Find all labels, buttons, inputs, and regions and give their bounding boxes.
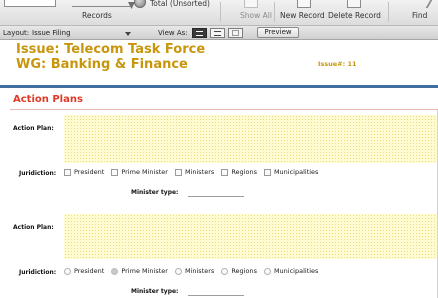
record-header: Issue: Telecom Task Force WG: Banking & … bbox=[0, 41, 438, 88]
jurisdiction-option[interactable]: President bbox=[64, 267, 104, 275]
action-plan-field[interactable] bbox=[64, 214, 438, 259]
chevron-down-icon[interactable] bbox=[125, 32, 131, 36]
section-title: Action Plans bbox=[13, 94, 83, 105]
option-label: Prime Minister bbox=[121, 168, 168, 176]
jurisdiction-option[interactable]: Municipalities bbox=[263, 168, 319, 176]
record-slider[interactable] bbox=[72, 2, 135, 9]
preview-button[interactable]: Preview bbox=[257, 27, 299, 38]
jurisdiction-label: Juridiction: bbox=[19, 170, 57, 177]
layout-bar: Layout: Issue Filing View As: Preview bbox=[0, 26, 438, 40]
minister-type-label: Minister type: bbox=[131, 189, 179, 196]
pie-chart-icon bbox=[134, 0, 146, 8]
layout-label: Layout: bbox=[3, 29, 30, 37]
jurisdiction-option[interactable]: Municipalities bbox=[263, 267, 319, 275]
jurisdiction-option[interactable]: Prime Minister bbox=[111, 168, 168, 176]
action-plan-field[interactable] bbox=[64, 115, 438, 163]
radio-button[interactable] bbox=[111, 267, 119, 275]
radio-button[interactable] bbox=[174, 267, 182, 275]
list-view-icon bbox=[214, 31, 221, 36]
jurisdiction-option[interactable]: Ministers bbox=[174, 168, 215, 176]
minister-type-field[interactable] bbox=[188, 295, 244, 296]
option-label: President bbox=[74, 267, 105, 275]
find-button[interactable]: Find bbox=[412, 11, 427, 20]
checkbox[interactable] bbox=[174, 168, 182, 176]
minister-type-field[interactable] bbox=[188, 196, 244, 197]
status-toolbar: Records Total (Unsorted) Show All New Re… bbox=[0, 0, 438, 26]
working-group-title: WG: Banking & Finance bbox=[16, 57, 188, 72]
jurisdiction-checkbox-group: President Prime Minister Ministers Regio… bbox=[64, 168, 325, 176]
view-as-table-button[interactable] bbox=[228, 28, 243, 38]
toolbar-divider bbox=[388, 2, 389, 22]
option-label: Prime Minister bbox=[121, 267, 168, 275]
jurisdiction-label: Juridiction: bbox=[19, 269, 57, 276]
header-divider bbox=[0, 85, 438, 88]
record-book-icon[interactable] bbox=[4, 0, 56, 7]
toolbar-divider bbox=[274, 2, 275, 22]
new-record-icon bbox=[297, 0, 311, 8]
show-all-button[interactable]: Show All bbox=[240, 11, 272, 20]
checkbox[interactable] bbox=[64, 168, 71, 176]
layout-select[interactable]: Issue Filing bbox=[32, 28, 132, 38]
option-label: Regions bbox=[231, 168, 257, 176]
radio-button[interactable] bbox=[64, 267, 71, 275]
records-label: Records bbox=[82, 11, 112, 20]
action-plan-label: Action Plan: bbox=[13, 125, 54, 132]
jurisdiction-option[interactable]: Prime Minister bbox=[111, 267, 168, 275]
jurisdiction-option[interactable]: Regions bbox=[221, 267, 257, 275]
magnifier-icon bbox=[425, 0, 438, 8]
issue-title: Issue: Telecom Task Force bbox=[16, 42, 206, 57]
toolbar-divider bbox=[220, 2, 221, 22]
layout-select-value: Issue Filing bbox=[32, 29, 71, 37]
new-record-button[interactable]: New Record bbox=[280, 11, 325, 20]
jurisdiction-radio-group: President Prime Minister Ministers Regio… bbox=[64, 267, 325, 275]
option-label: Regions bbox=[231, 267, 257, 275]
show-all-icon bbox=[244, 0, 258, 8]
jurisdiction-option[interactable]: Ministers bbox=[174, 267, 215, 275]
issue-number: Issue#: 11 bbox=[318, 60, 357, 68]
jurisdiction-option[interactable]: President bbox=[64, 168, 104, 176]
checkbox[interactable] bbox=[221, 168, 229, 176]
total-unsorted-label: Total (Unsorted) bbox=[150, 0, 210, 8]
view-as-list-button[interactable] bbox=[210, 28, 225, 38]
form-view-icon bbox=[196, 31, 203, 36]
checkbox[interactable] bbox=[111, 168, 119, 176]
view-as-label: View As: bbox=[158, 29, 188, 37]
jurisdiction-option[interactable]: Regions bbox=[221, 168, 257, 176]
checkbox[interactable] bbox=[263, 168, 271, 176]
delete-record-icon bbox=[347, 0, 361, 8]
table-view-icon bbox=[232, 30, 239, 36]
action-plan-label: Action Plan: bbox=[13, 224, 54, 231]
view-as-form-button[interactable] bbox=[192, 28, 207, 38]
radio-button[interactable] bbox=[221, 267, 229, 275]
option-label: Ministers bbox=[184, 267, 215, 275]
option-label: Ministers bbox=[184, 168, 215, 176]
option-label: Municipalities bbox=[273, 168, 319, 176]
minister-type-label: Minister type: bbox=[131, 288, 179, 295]
option-label: President bbox=[74, 168, 105, 176]
radio-button[interactable] bbox=[263, 267, 271, 275]
delete-record-button[interactable]: Delete Record bbox=[328, 11, 381, 20]
option-label: Municipalities bbox=[273, 267, 319, 275]
section-divider bbox=[10, 109, 438, 110]
